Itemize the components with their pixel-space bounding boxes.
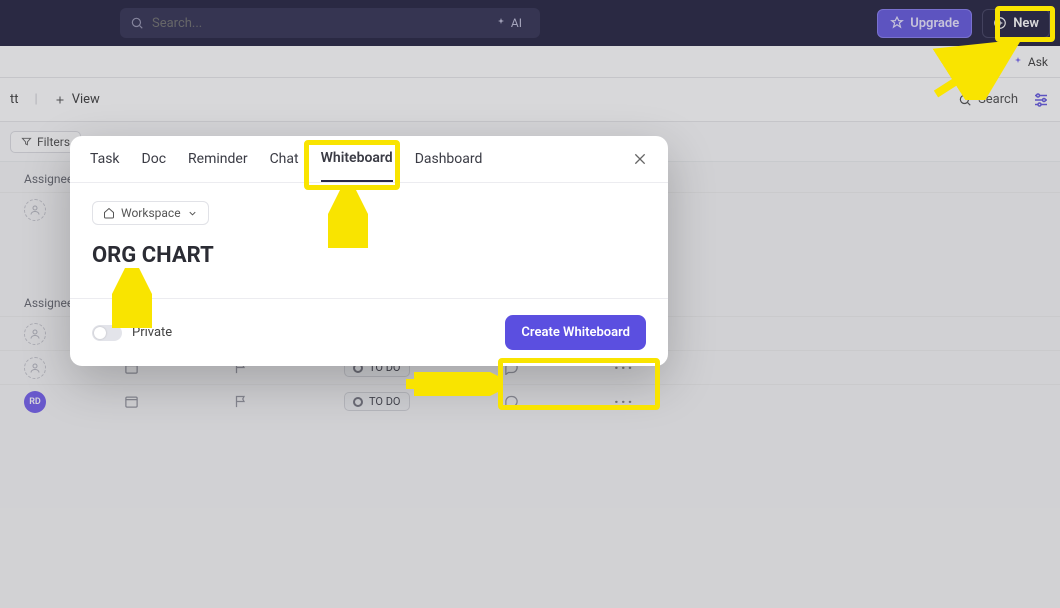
tab-task[interactable]: Task [90, 151, 120, 181]
whiteboard-title-input[interactable] [92, 243, 646, 268]
create-whiteboard-button[interactable]: Create Whiteboard [505, 315, 646, 350]
modal-close-button[interactable] [632, 151, 648, 181]
tab-chat[interactable]: Chat [270, 151, 299, 181]
private-toggle[interactable] [92, 325, 122, 341]
location-selector[interactable]: Workspace [92, 201, 209, 225]
tab-reminder[interactable]: Reminder [188, 151, 248, 181]
tab-whiteboard[interactable]: Whiteboard [321, 150, 393, 182]
chevron-down-icon [187, 208, 198, 219]
tab-doc[interactable]: Doc [142, 151, 167, 181]
home-icon [103, 207, 115, 219]
create-modal: Task Doc Reminder Chat Whiteboard Dashbo… [70, 136, 668, 366]
private-label: Private [132, 325, 172, 340]
tab-dashboard[interactable]: Dashboard [415, 151, 483, 181]
location-label: Workspace [121, 206, 181, 220]
close-icon [632, 151, 648, 167]
modal-tab-bar: Task Doc Reminder Chat Whiteboard Dashbo… [70, 136, 668, 183]
